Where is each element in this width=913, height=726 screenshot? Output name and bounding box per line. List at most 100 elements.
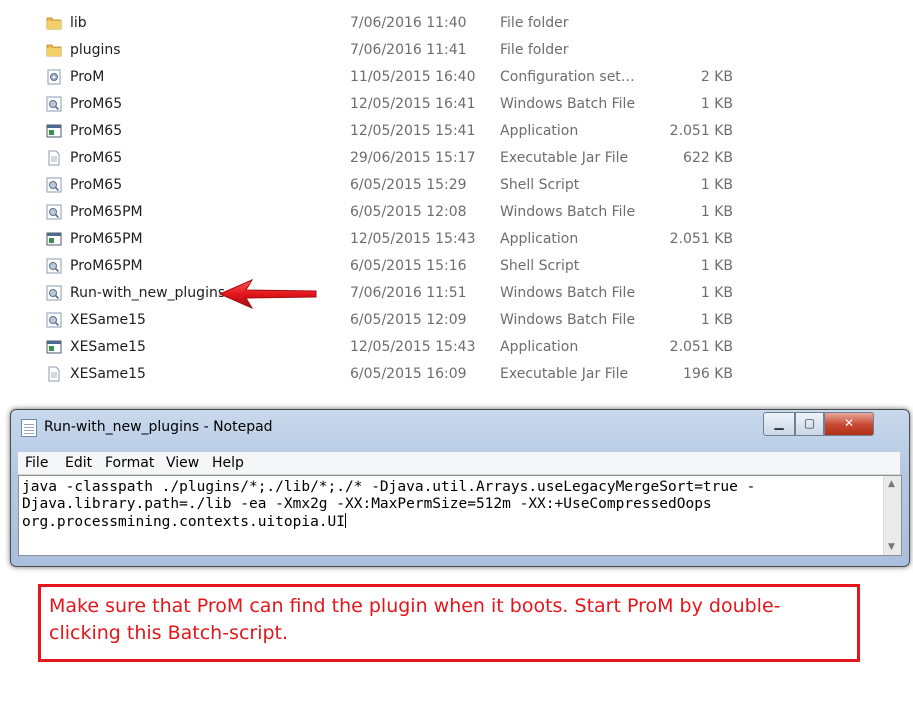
application-icon <box>46 123 62 139</box>
editor-line-text: org.processmining.contexts.uitopia.UI <box>22 514 346 530</box>
file-row[interactable]: XESame15 12/05/2015 15:43 Application 2.051… <box>0 334 913 361</box>
file-name: ProM65 <box>70 177 123 193</box>
file-type: Application <box>500 231 579 247</box>
menu-format[interactable]: Format <box>105 455 154 471</box>
menu-view[interactable]: View <box>166 455 199 471</box>
file-size: 1 KB <box>700 96 733 112</box>
application-icon <box>46 231 62 247</box>
file-row[interactable]: ProM65 12/05/2015 16:41 Windows Batch File… <box>0 91 913 118</box>
batch-icon <box>46 204 62 220</box>
file-row[interactable]: ProM65 12/05/2015 15:41 Application 2.051 K… <box>0 118 913 145</box>
file-row[interactable]: ProM65PM 6/05/2015 12:08 Windows Batch Fil… <box>0 199 913 226</box>
file-type: Windows Batch File <box>500 285 636 301</box>
file-row[interactable]: ProM65PM 6/05/2015 15:16 Shell Script 1 KB <box>0 253 913 280</box>
file-name: ProM <box>70 69 105 85</box>
application-icon <box>46 339 62 355</box>
window-title: Run-with_new_plugins - Notepad <box>44 419 273 435</box>
file-date-modified: 12/05/2015 15:43 <box>350 231 476 247</box>
file-date-modified: 6/05/2015 16:09 <box>350 366 467 382</box>
jar-icon <box>46 150 62 166</box>
file-row[interactable]: ProM65 29/06/2015 15:17 Executable Jar Fil… <box>0 145 913 172</box>
file-type: Application <box>500 339 579 355</box>
file-size: 2.051 KB <box>669 123 733 139</box>
file-date-modified: 12/05/2015 15:43 <box>350 339 476 355</box>
file-row[interactable]: plugins 7/06/2016 11:41 File folder <box>0 37 913 64</box>
file-size: 622 KB <box>683 150 733 166</box>
file-row[interactable]: XESame15 6/05/2015 16:09 Executable Jar Fi… <box>0 361 913 388</box>
file-date-modified: 29/06/2015 15:17 <box>350 150 476 166</box>
batch-icon <box>46 177 62 193</box>
file-type: Windows Batch File <box>500 312 636 328</box>
file-type: Shell Script <box>500 177 580 193</box>
file-row[interactable]: ProM65PM 12/05/2015 15:43 Application 2.051… <box>0 226 913 253</box>
file-type: Windows Batch File <box>500 96 636 112</box>
file-name: ProM65 <box>70 123 123 139</box>
batch-icon <box>46 312 62 328</box>
file-type: Application <box>500 123 579 139</box>
file-size: 1 KB <box>700 204 733 220</box>
editor-line: java -classpath ./plugins/*;./lib/*;./* … <box>22 479 756 495</box>
file-date-modified: 6/05/2015 12:09 <box>350 312 467 328</box>
menu-bar: File Edit Format View Help <box>18 452 900 475</box>
file-date-modified: 11/05/2015 16:40 <box>350 69 476 85</box>
file-date-modified: 6/05/2015 12:08 <box>350 204 467 220</box>
editor-content[interactable]: java -classpath ./plugins/*;./lib/*;./* … <box>22 479 877 531</box>
file-name: lib <box>70 15 87 31</box>
menu-file[interactable]: File <box>25 455 48 471</box>
file-type: Windows Batch File <box>500 204 636 220</box>
file-size: 2.051 KB <box>669 231 733 247</box>
editor-line: org.processmining.contexts.uitopia.UI <box>22 513 877 531</box>
file-name: XESame15 <box>70 366 146 382</box>
menu-edit[interactable]: Edit <box>65 455 92 471</box>
config-icon <box>46 69 62 85</box>
file-name: ProM65PM <box>70 231 143 247</box>
vertical-scrollbar[interactable]: ▲ ▼ <box>883 476 901 555</box>
batch-icon <box>46 285 62 301</box>
file-type: File folder <box>500 15 569 31</box>
file-date-modified: 12/05/2015 16:41 <box>350 96 476 112</box>
file-name: ProM65PM <box>70 258 143 274</box>
text-editor[interactable]: java -classpath ./plugins/*;./lib/*;./* … <box>18 475 902 556</box>
maximize-button[interactable]: ▢ <box>795 412 824 436</box>
file-type: Shell Script <box>500 258 580 274</box>
file-size: 2.051 KB <box>669 339 733 355</box>
editor-line: Djava.library.path=./lib -ea -Xmx2g -XX:… <box>22 496 712 512</box>
file-list: lib 7/06/2016 11:40 File folder plugins 7/06… <box>0 10 913 388</box>
file-type: Executable Jar File <box>500 150 629 166</box>
notepad-window[interactable]: Run-with_new_plugins - Notepad ▁ ▢ ✕ Fil… <box>10 409 910 567</box>
file-date-modified: 7/06/2016 11:51 <box>350 285 467 301</box>
menu-help[interactable]: Help <box>212 455 244 471</box>
file-date-modified: 6/05/2015 15:29 <box>350 177 467 193</box>
minimize-button[interactable]: ▁ <box>763 412 795 436</box>
jar-icon <box>46 366 62 382</box>
close-button[interactable]: ✕ <box>824 412 874 436</box>
instruction-callout: Make sure that ProM can find the plugin … <box>38 584 860 662</box>
file-size: 1 KB <box>700 177 733 193</box>
file-row[interactable]: ProM65 6/05/2015 15:29 Shell Script 1 KB <box>0 172 913 199</box>
file-row[interactable]: lib 7/06/2016 11:40 File folder <box>0 10 913 37</box>
file-size: 196 KB <box>683 366 733 382</box>
scroll-down-arrow-icon[interactable]: ▼ <box>888 542 895 552</box>
batch-icon <box>46 258 62 274</box>
file-date-modified: 7/06/2016 11:40 <box>350 15 467 31</box>
file-type: Executable Jar File <box>500 366 629 382</box>
file-size: 2 KB <box>700 69 733 85</box>
file-row[interactable]: Run-with_new_plugins 7/06/2016 11:51 Windo… <box>0 280 913 307</box>
file-name: ProM65PM <box>70 204 143 220</box>
scroll-up-arrow-icon[interactable]: ▲ <box>888 479 895 489</box>
file-row[interactable]: XESame15 6/05/2015 12:09 Windows Batch Fil… <box>0 307 913 334</box>
file-name: Run-with_new_plugins <box>70 285 226 301</box>
batch-icon <box>46 96 62 112</box>
file-name: XESame15 <box>70 312 146 328</box>
notepad-icon <box>21 419 37 437</box>
file-type: File folder <box>500 42 569 58</box>
file-size: 1 KB <box>700 258 733 274</box>
folder-icon <box>46 42 62 58</box>
file-name: ProM65 <box>70 96 123 112</box>
file-name: ProM65 <box>70 150 123 166</box>
file-date-modified: 7/06/2016 11:41 <box>350 42 467 58</box>
file-date-modified: 12/05/2015 15:41 <box>350 123 476 139</box>
file-type: Configuration setti... <box>500 69 640 85</box>
file-date-modified: 6/05/2015 15:16 <box>350 258 467 274</box>
file-row[interactable]: ProM 11/05/2015 16:40 Configuration setti.… <box>0 64 913 91</box>
